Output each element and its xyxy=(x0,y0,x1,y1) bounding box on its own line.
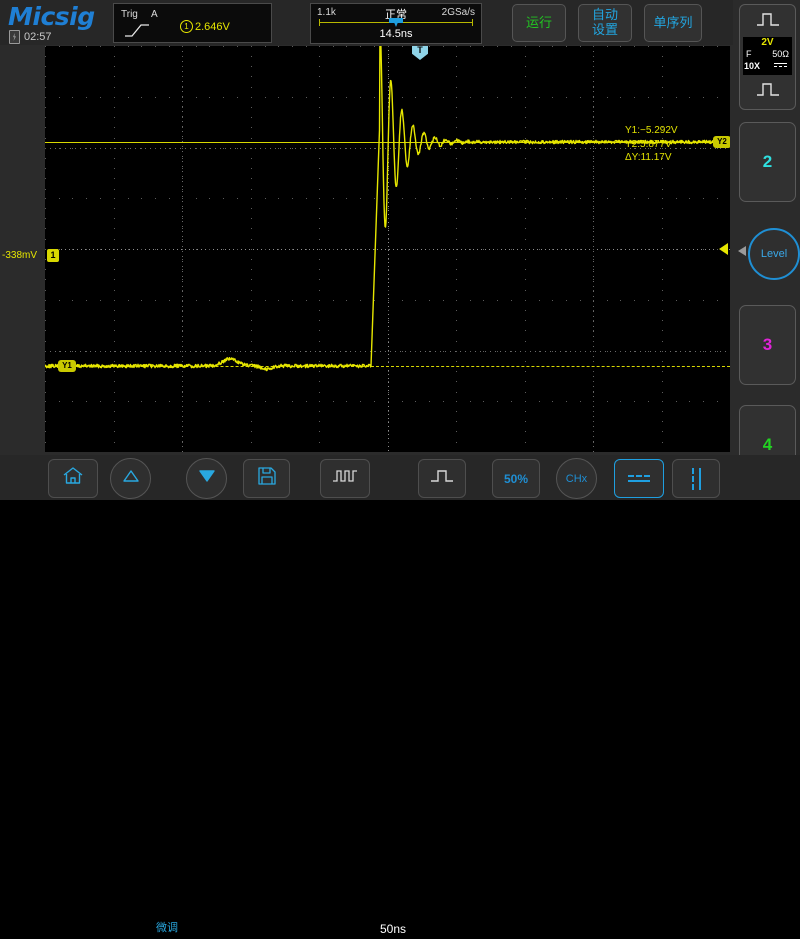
sample-rate-label: 2GSa/s xyxy=(441,7,475,18)
single-sequence-label: 单序列 xyxy=(653,14,693,30)
horizontal-cursor-button[interactable] xyxy=(614,459,664,498)
pulse-waveform-icon xyxy=(332,468,358,489)
trigger-level-arrow-icon[interactable] xyxy=(719,243,728,255)
waveform-graticule[interactable]: Y2 Y1 T Y1:−5.292V Y2:5.877V ΔY:11.17V xyxy=(45,46,730,452)
chx-label: CHx xyxy=(565,472,588,485)
trigger-panel[interactable]: Trig A 1 2.646V xyxy=(113,3,272,43)
channel-1-settings-panel[interactable]: 2V F 50Ω 10X xyxy=(739,4,796,110)
channel-3-button[interactable]: 3 xyxy=(739,305,796,385)
save-disk-icon xyxy=(257,466,277,491)
bottom-toolbar: 微调 50ns 50% CHx xyxy=(0,455,800,939)
timebase-value[interactable]: 50ns xyxy=(372,919,414,939)
triangle-up-icon xyxy=(122,468,140,489)
save-button[interactable] xyxy=(243,459,290,498)
channel-1-waveform xyxy=(45,46,730,372)
percent-label: 50% xyxy=(503,471,529,486)
channel-select-button[interactable]: CHx xyxy=(556,458,597,499)
probe-ratio-label: 10X xyxy=(744,61,761,71)
square-wave-icon[interactable] xyxy=(756,81,780,104)
square-wave-icon[interactable] xyxy=(756,11,780,34)
dc-coupling-icon xyxy=(774,63,787,70)
clock-area: 02:57 xyxy=(9,30,52,44)
channel-3-label: 3 xyxy=(762,335,773,354)
home-button[interactable] xyxy=(48,459,98,498)
fine-adjust-label[interactable]: 微调 xyxy=(150,919,184,938)
decrease-button[interactable] xyxy=(186,458,227,499)
channel-4-label: 4 xyxy=(762,435,773,454)
cursor-y1-value: Y1:−5.292V xyxy=(625,125,678,136)
trigger-level-knob[interactable]: Level xyxy=(748,228,800,280)
battery-icon xyxy=(9,30,20,44)
impedance-label: 50Ω xyxy=(772,49,789,59)
rising-edge-icon xyxy=(124,23,150,42)
trigger-level-value: 1 2.646V xyxy=(180,20,230,33)
clock-label: 02:57 xyxy=(24,31,52,43)
cursor-readout: Y1:−5.292V Y2:5.877V ΔY:11.17V xyxy=(625,124,678,165)
autoset-label-line2: 设置 xyxy=(591,22,618,37)
bandwidth-filter-label: F xyxy=(746,49,752,59)
memory-position-marker-icon[interactable] xyxy=(389,18,403,27)
acquisition-panel[interactable]: 1.1k 正常 2GSa/s 14.5ns xyxy=(310,3,482,44)
channel-1-offset-handle[interactable]: 1 xyxy=(47,249,59,262)
home-icon xyxy=(62,466,84,491)
cursor-y1-handle[interactable]: Y1 xyxy=(58,360,76,372)
level-pointer-icon xyxy=(738,246,746,256)
triangle-down-icon xyxy=(198,468,216,489)
single-sequence-button[interactable]: 单序列 xyxy=(644,4,702,42)
channel-2-button[interactable]: 2 xyxy=(739,122,796,202)
trigger-level-text: 2.646V xyxy=(195,21,230,33)
level-50-percent-button[interactable]: 50% xyxy=(492,459,540,498)
waveform-button[interactable] xyxy=(320,459,370,498)
channel-1-offset-label: -338mV xyxy=(2,250,38,261)
vertical-cursor-icon xyxy=(691,467,701,490)
run-button-label: 运行 xyxy=(525,14,552,30)
delay-label: 14.5ns xyxy=(379,28,413,40)
top-bar: Micsig 02:57 Trig A 1 2.646V 1.1k 正常 2GSa… xyxy=(0,0,800,45)
right-sidebar: 2V F 50Ω 10X 2 Level 3 4 xyxy=(733,0,800,500)
trigger-mode-letter: A xyxy=(151,9,158,20)
vertical-cursor-button[interactable] xyxy=(672,459,720,498)
cursor-y2-handle[interactable]: Y2 xyxy=(713,136,730,148)
square-pulse-button[interactable] xyxy=(418,459,466,498)
level-knob-label: Level xyxy=(760,248,788,260)
run-button[interactable]: 运行 xyxy=(512,4,566,42)
autoset-button[interactable]: 自动 设置 xyxy=(578,4,632,42)
channel-2-label: 2 xyxy=(762,152,773,171)
volts-per-div-label: 2V xyxy=(761,37,774,48)
channel-1-info-box[interactable]: 2V F 50Ω 10X xyxy=(743,37,792,75)
autoset-label-line1: 自动 xyxy=(591,7,618,23)
oscilloscope-screen: Micsig 02:57 Trig A 1 2.646V 1.1k 正常 2GSa… xyxy=(0,0,800,939)
square-pulse-icon xyxy=(430,468,454,489)
trigger-label: Trig xyxy=(121,9,138,20)
brand-logo: Micsig xyxy=(8,2,95,31)
cursor-delta-y-value: ΔY:11.17V xyxy=(625,152,672,163)
channel-1-badge-icon: 1 xyxy=(180,20,193,33)
increase-button[interactable] xyxy=(110,458,151,499)
cursor-y2-value: Y2:5.877V xyxy=(625,138,672,150)
horizontal-cursor-icon xyxy=(628,472,650,485)
